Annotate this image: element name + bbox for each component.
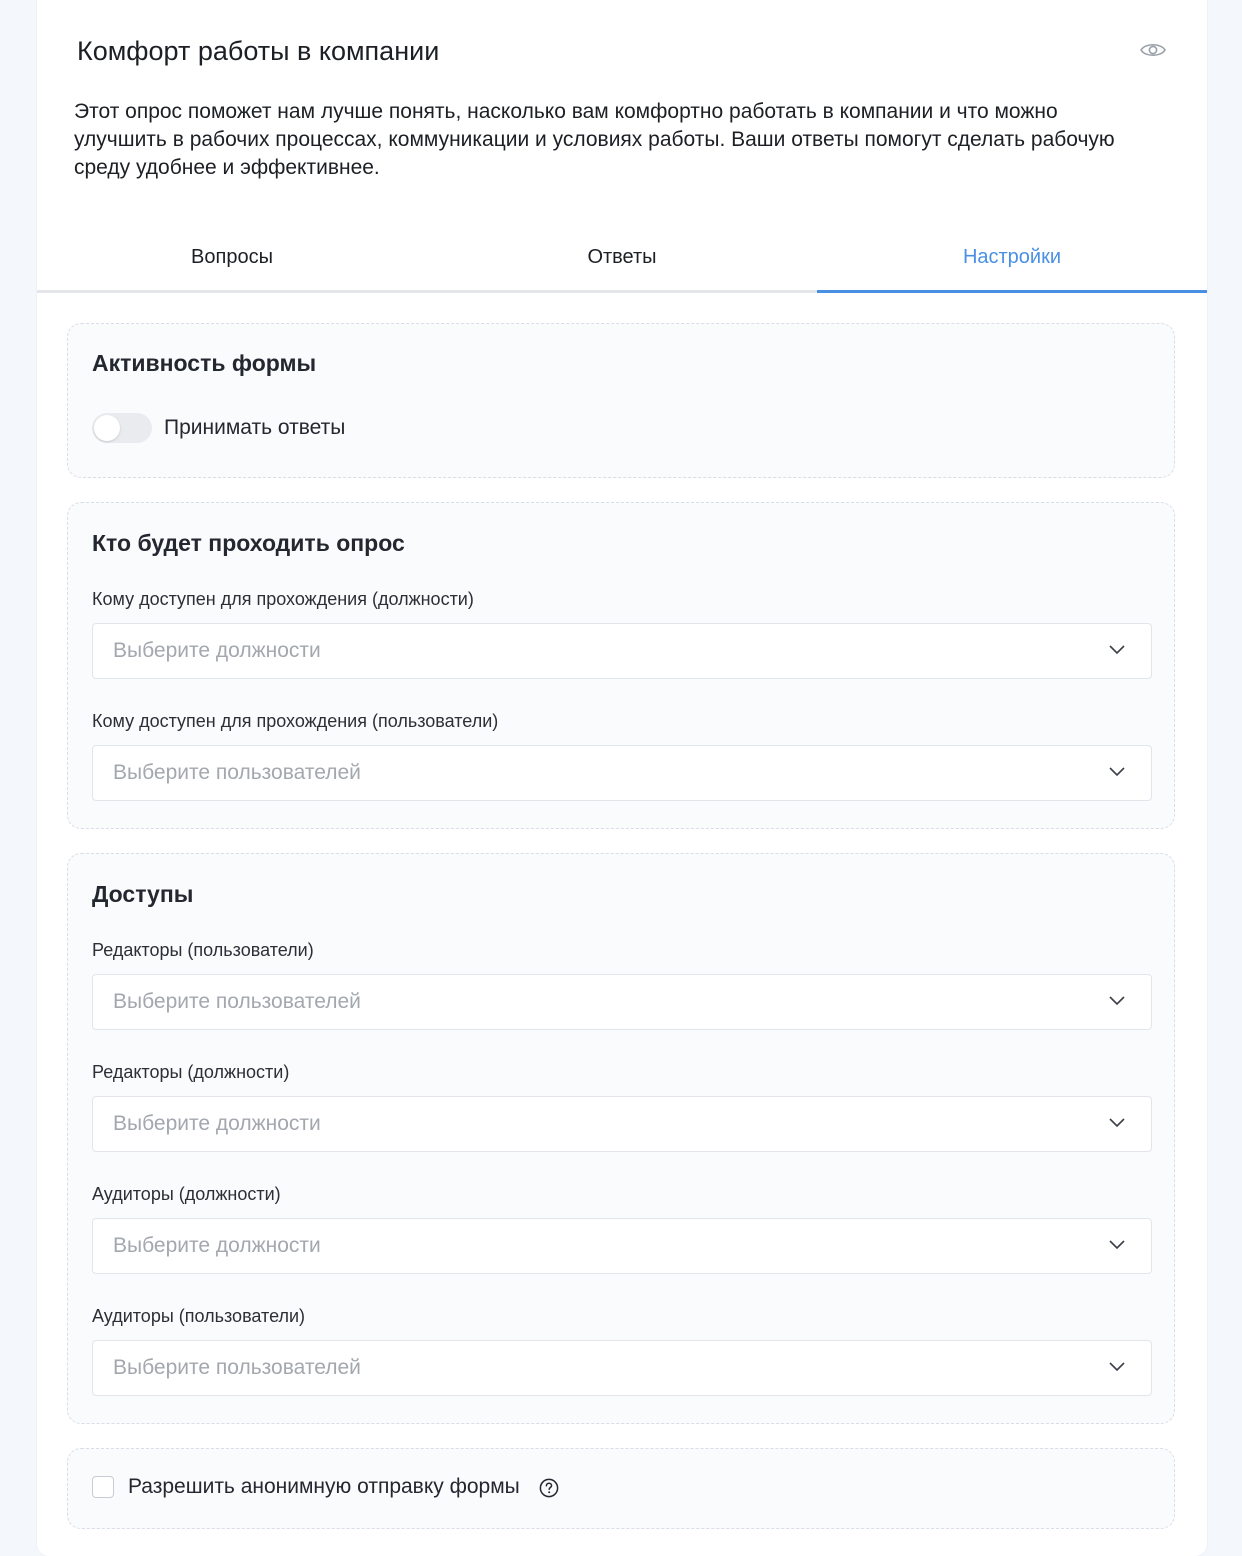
participants-positions-select[interactable]: Выберите должности (92, 623, 1152, 679)
anonymous-section: Разрешить анонимную отправку формы (67, 1448, 1175, 1529)
chevron-down-icon (1109, 1240, 1125, 1250)
form-activity-section: Активность формы Принимать ответы (67, 323, 1175, 478)
auditors-positions-select[interactable]: Выберите должности (92, 1218, 1152, 1274)
select-placeholder: Выберите должности (113, 639, 321, 662)
participants-users-select[interactable]: Выберите пользователей (92, 745, 1152, 801)
toggle-knob (94, 415, 120, 441)
editors-users-select[interactable]: Выберите пользователей (92, 974, 1152, 1030)
select-placeholder: Выберите пользователей (113, 1356, 361, 1379)
participants-title: Кто будет проходить опрос (92, 530, 405, 556)
chevron-down-icon (1109, 767, 1125, 777)
select-placeholder: Выберите должности (113, 1112, 321, 1135)
survey-card: Комфорт работы в компании Этот опрос пом… (37, 0, 1207, 1556)
participants-users-label: Кому доступен для прохождения (пользоват… (92, 711, 499, 731)
auditors-positions-label: Аудиторы (должности) (92, 1184, 281, 1204)
form-activity-title: Активность формы (92, 350, 317, 376)
anonymous-label: Разрешить анонимную отправку формы (128, 1475, 520, 1498)
accept-answers-toggle[interactable] (92, 413, 152, 443)
question-circle-icon[interactable] (539, 1478, 559, 1498)
chevron-down-icon (1109, 1362, 1125, 1372)
access-title: Доступы (92, 881, 194, 907)
tab-settings[interactable]: Настройки (817, 224, 1207, 293)
select-placeholder: Выберите должности (113, 1234, 321, 1257)
page-title: Комфорт работы в компании (77, 36, 440, 66)
eye-icon[interactable] (1140, 40, 1166, 60)
chevron-down-icon (1109, 1118, 1125, 1128)
auditors-users-label: Аудиторы (пользователи) (92, 1306, 306, 1326)
tab-bar: Вопросы Ответы Настройки (37, 224, 1207, 293)
anonymous-checkbox[interactable] (92, 1476, 114, 1498)
select-placeholder: Выберите пользователей (113, 761, 361, 784)
tab-questions[interactable]: Вопросы (37, 224, 427, 290)
editors-positions-select[interactable]: Выберите должности (92, 1096, 1152, 1152)
editors-users-label: Редакторы (пользователи) (92, 940, 314, 960)
tab-answers[interactable]: Ответы (427, 224, 817, 290)
accept-answers-label: Принимать ответы (164, 416, 346, 439)
participants-positions-label: Кому доступен для прохождения (должности… (92, 589, 474, 609)
auditors-users-select[interactable]: Выберите пользователей (92, 1340, 1152, 1396)
page-description: Этот опрос поможет нам лучше понять, нас… (74, 100, 1115, 179)
select-placeholder: Выберите пользователей (113, 990, 361, 1013)
participants-section: Кто будет проходить опрос Кому доступен … (67, 502, 1175, 829)
access-section: Доступы Редакторы (пользователи) Выберит… (67, 853, 1175, 1424)
editors-positions-label: Редакторы (должности) (92, 1062, 290, 1082)
chevron-down-icon (1109, 645, 1125, 655)
chevron-down-icon (1109, 996, 1125, 1006)
